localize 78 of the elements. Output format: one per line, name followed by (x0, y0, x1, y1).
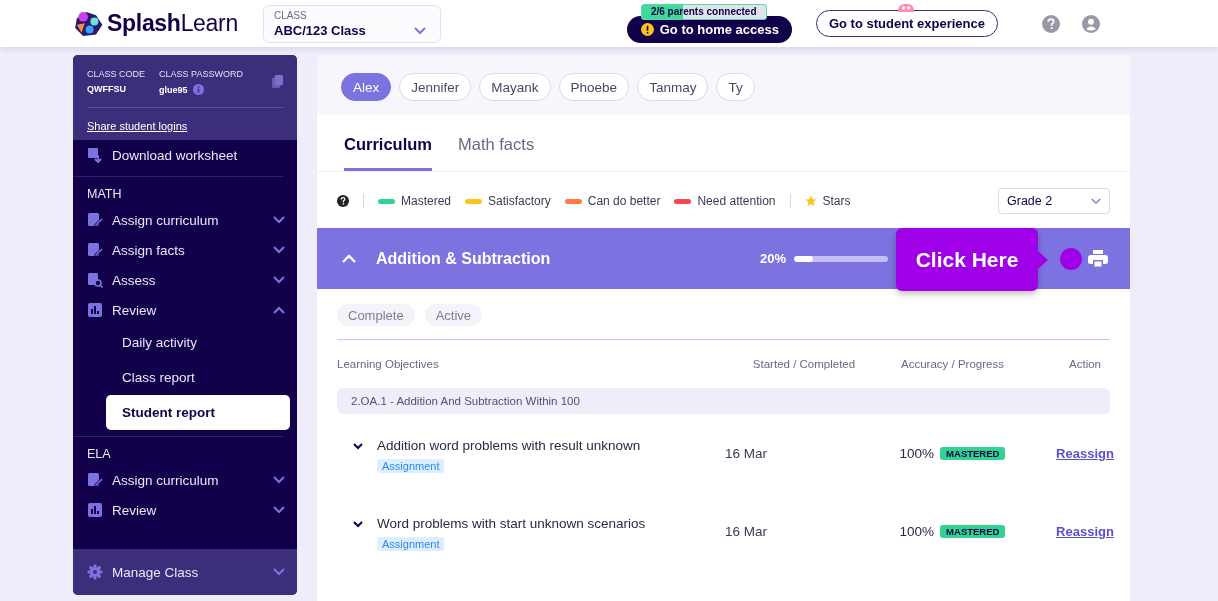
column-header: Learning Objectives (337, 358, 440, 370)
grade-select[interactable]: Grade 2 (998, 188, 1110, 214)
section-title: ELA (87, 447, 112, 461)
sidebar-item[interactable]: Review (87, 495, 297, 525)
sidebar-item[interactable]: Review (87, 295, 297, 325)
section-title: MATH (87, 187, 123, 201)
student-chip[interactable]: Alex (341, 73, 392, 101)
assignment-tag: Assignment (377, 536, 445, 551)
sidebar-item[interactable]: Download worksheet (87, 140, 297, 170)
tab[interactable]: Curriculum (344, 135, 432, 171)
doc-search-icon (87, 272, 103, 288)
legend-label: Satisfactory (488, 194, 551, 208)
objective-title: Word problems with start unknown scenarios (377, 515, 646, 531)
legend-label: Need attention (697, 194, 776, 208)
print-icon[interactable] (1088, 249, 1108, 268)
unit-header[interactable]: Addition & Subtraction 20% Click Here (317, 228, 1130, 289)
reassign-link[interactable]: Reassign (1056, 523, 1114, 539)
user-icon[interactable] (1082, 14, 1100, 33)
highlight-dot (1060, 247, 1082, 270)
bar-chart-icon (87, 302, 103, 318)
student-chip[interactable]: Jennifer (399, 73, 472, 101)
sidebar-item[interactable]: Assess (87, 265, 297, 295)
warning-icon (640, 23, 654, 36)
logo-text: SplashLearn (107, 10, 238, 37)
chevron-down-icon[interactable] (353, 442, 363, 450)
copy-icon[interactable] (272, 75, 283, 88)
status-badge: MASTERED (940, 524, 1006, 538)
pencil-doc-icon (87, 242, 103, 258)
accuracy-value: 100% (899, 445, 935, 461)
column-header: Started / Completed (751, 358, 856, 370)
doc-download-icon (87, 147, 103, 163)
pencil-doc-icon (87, 212, 103, 228)
sidebar-item[interactable]: Assign curriculum (87, 465, 297, 495)
chevron-down-icon (1091, 197, 1101, 205)
sidebar-subitem[interactable]: Student report (106, 395, 290, 430)
sidebar-subitem[interactable]: Class report (106, 360, 290, 395)
column-header: Accuracy / Progress (901, 358, 1004, 370)
class-code-label: CLASS CODE (87, 69, 146, 79)
pencil-doc-icon (87, 472, 103, 488)
status-badge: MASTERED (940, 446, 1006, 460)
filter-chip[interactable]: Active (424, 304, 483, 326)
legend-label: Stars (822, 194, 851, 208)
column-header: Action (1069, 358, 1101, 370)
sidebar-item[interactable]: Assign curriculum (87, 205, 297, 235)
filter-chip[interactable]: Complete (337, 304, 415, 326)
assignment-tag: Assignment (377, 458, 445, 473)
class-password-value: glue95 (159, 84, 188, 95)
objective-title: Addition word problems with result unknown (377, 437, 641, 453)
bar-chart-icon (87, 502, 103, 518)
date-cell: 16 Mar (725, 445, 768, 461)
class-password-label: CLASS PASSWORD (159, 69, 243, 79)
share-student-logins-link[interactable]: Share student logins (87, 120, 188, 132)
logo-icon (72, 9, 104, 38)
student-experience-button[interactable]: Go to student experience (815, 10, 998, 37)
date-cell: 16 Mar (725, 523, 768, 539)
chevron-down-icon[interactable] (353, 520, 363, 528)
sidebar-item[interactable]: Assign facts (87, 235, 297, 265)
chevron-down-icon (414, 26, 426, 35)
gear-icon (87, 564, 103, 580)
class-code-value: QWFFSU (87, 84, 127, 94)
accuracy-value: 100% (899, 523, 935, 539)
legend-label: Mastered (401, 194, 452, 208)
legend-label: Can do better (587, 194, 661, 208)
info-icon[interactable] (192, 84, 204, 95)
group-title: 2.OA.1 - Addition And Subtraction Within 100 (351, 395, 580, 407)
student-chip[interactable]: Ty (716, 73, 755, 101)
student-chip[interactable]: Tanmay (637, 73, 709, 101)
progress-percent: 20% (759, 251, 786, 266)
class-select[interactable]: CLASS ABC/123 Class (263, 4, 441, 43)
student-chip[interactable]: Phoebe (558, 73, 630, 101)
student-chip[interactable]: Mayank (479, 73, 551, 101)
reassign-link[interactable]: Reassign (1056, 445, 1114, 461)
sidebar-subitem[interactable]: Daily activity (106, 325, 290, 360)
manage-class-item[interactable]: Manage Class (73, 549, 297, 595)
tab[interactable]: Math facts (458, 135, 535, 171)
help-icon[interactable] (337, 195, 349, 207)
click-here-tooltip: Click Here (896, 228, 1048, 291)
unit-title: Addition & Subtraction (376, 249, 551, 268)
